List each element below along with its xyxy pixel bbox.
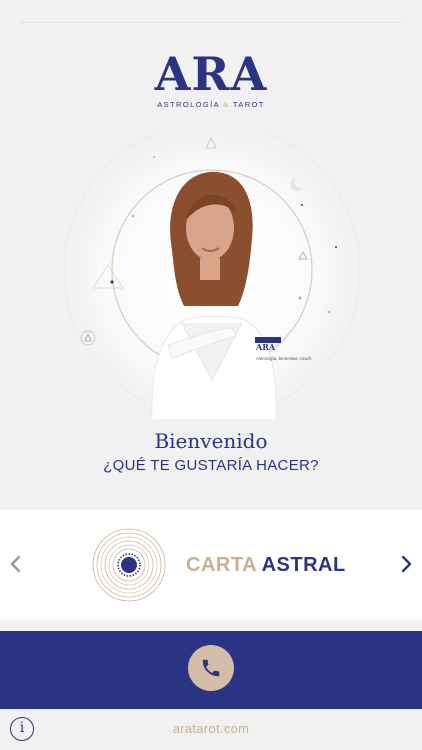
carta-astral-slide[interactable] [92, 528, 166, 602]
service-carousel[interactable]: CARTA ASTRAL [0, 510, 422, 620]
top-divider [20, 22, 402, 23]
hero-illustration: ARA Astrología, bienestar, coach. [54, 117, 370, 433]
carousel-prev-button[interactable] [0, 548, 32, 580]
call-bar [0, 631, 422, 709]
welcome-title: Bienvenido [154, 429, 268, 453]
logo-wordmark: ARA [154, 47, 268, 101]
footer: i aratarot.com [0, 709, 422, 750]
brand-logo: ARA ASTROLOGÍA & TAROT [0, 48, 422, 109]
hero-portrait: ARA Astrología, bienestar, coach. [0, 117, 422, 433]
call-button[interactable] [188, 645, 234, 691]
slide-title-word2: ASTRAL [261, 554, 346, 576]
hero-badge-tagline: Astrología, bienestar, coach. [256, 356, 313, 361]
welcome-section: Bienvenido ¿QUÉ TE GUSTARÍA HACER? [0, 428, 422, 474]
astral-chart-disc-icon [92, 528, 166, 602]
tagline-ampersand: & [223, 100, 230, 109]
tagline-astrologia: ASTROLOGÍA [157, 100, 220, 109]
chevron-left-icon [10, 555, 21, 573]
phone-icon [202, 659, 220, 677]
hero-badge-name: ARA [255, 342, 276, 352]
tagline-tarot: TAROT [232, 100, 265, 109]
website-link[interactable]: aratarot.com [0, 721, 422, 736]
slide-title-word1: CARTA [186, 554, 257, 576]
carta-astral-label[interactable]: CARTA ASTRAL [186, 554, 346, 577]
logo-tagline: ASTROLOGÍA & TAROT [0, 100, 422, 109]
carousel-next-button[interactable] [390, 548, 422, 580]
welcome-question: ¿QUÉ TE GUSTARÍA HACER? [103, 457, 319, 474]
chevron-right-icon [401, 555, 412, 573]
